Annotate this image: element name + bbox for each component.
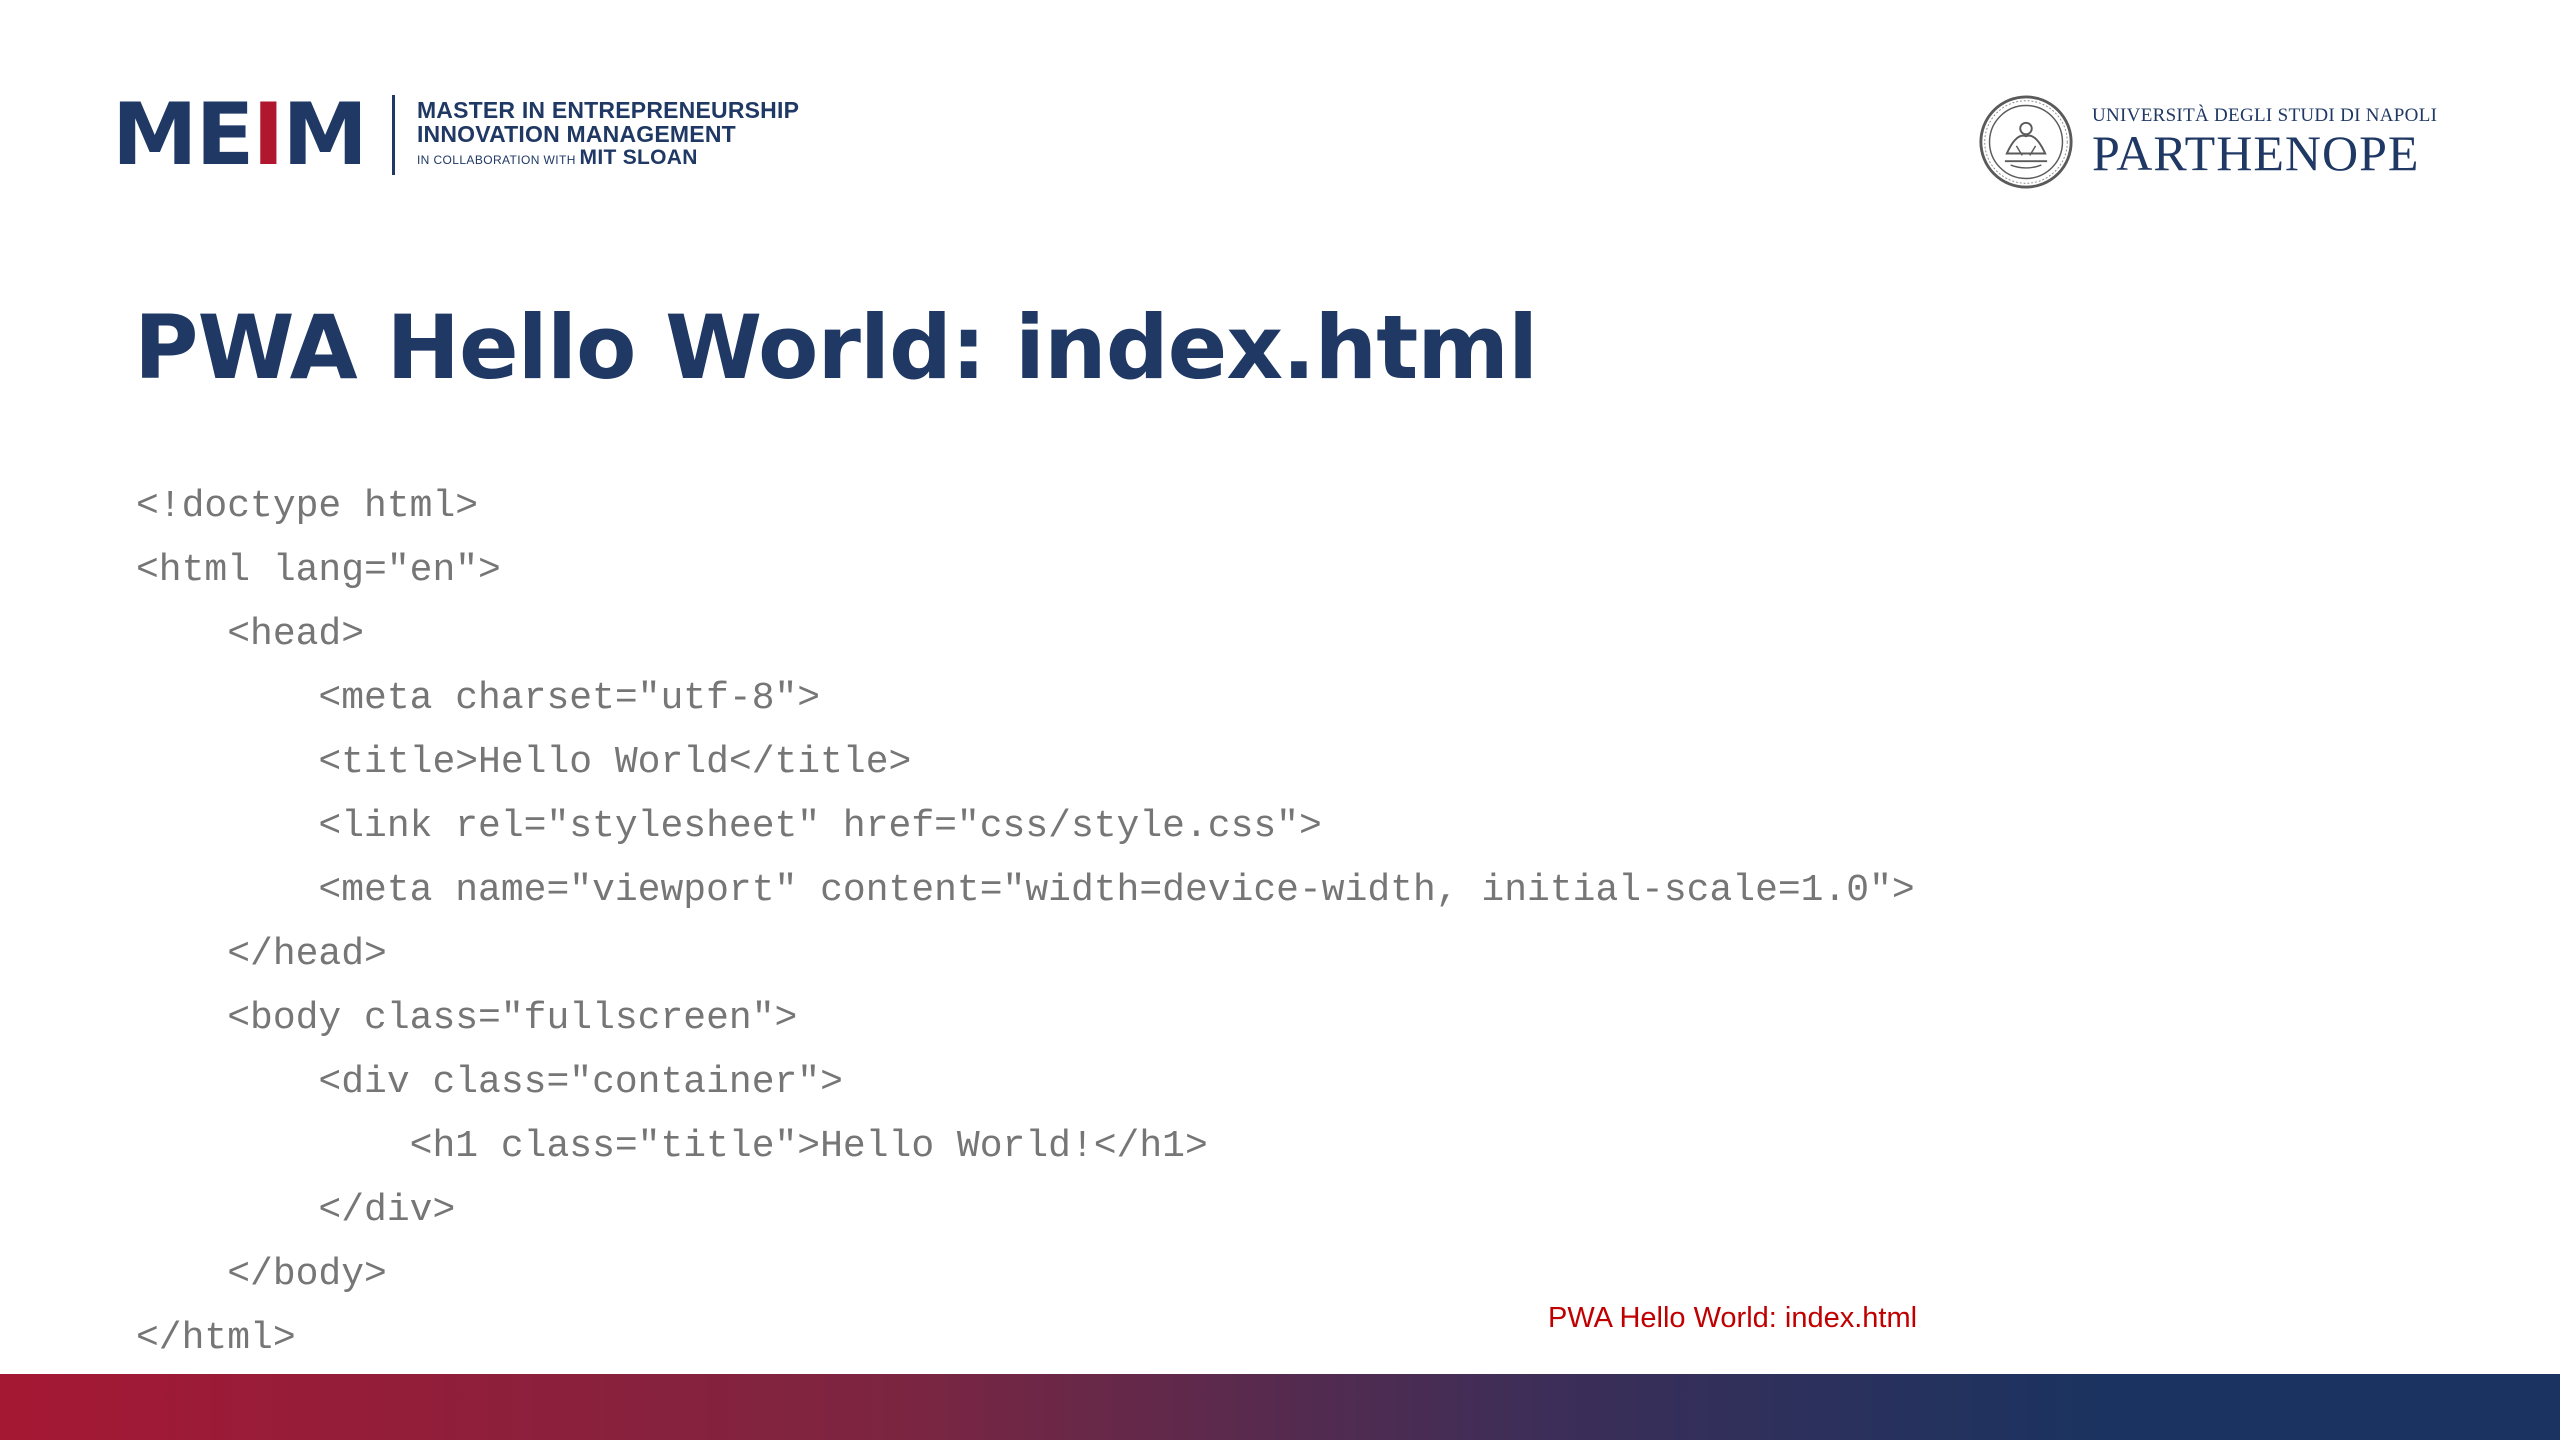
meim-logo-line3: IN COLLABORATION WITH MIT SLOAN: [416, 146, 698, 169]
code-line: <body class="fullscreen">: [136, 997, 798, 1040]
university-seal-icon: [1979, 95, 2073, 189]
code-line: <meta charset="utf-8">: [136, 677, 821, 720]
university-line: UNIVERSITÀ DEGLI STUDI DI NAPOLI: [2092, 105, 2438, 126]
code-block: <!doctype html> <html lang="en"> <head> …: [136, 475, 1915, 1371]
code-line: <!doctype html>: [136, 485, 479, 528]
university-name-block: UNIVERSITÀ DEGLI STUDI DI NAPOLI PARTHEN…: [2092, 105, 2437, 179]
meim-logo-line2: INNOVATION MANAGEMENT: [416, 121, 736, 147]
university-name: PARTHENOPE: [2092, 125, 2420, 181]
slide-title: PWA Hello World: index.html: [134, 296, 1538, 399]
code-line: </div>: [136, 1189, 456, 1232]
code-line: <head>: [136, 613, 365, 656]
code-line: </head>: [136, 933, 387, 976]
meim-logo-text: MASTER IN ENTREPRENEURSHIP INNOVATION MA…: [417, 98, 799, 172]
code-line: <link rel="stylesheet" href="css/style.c…: [136, 805, 1322, 848]
code-line: <title>Hello World</title>: [136, 741, 912, 784]
code-line: <div class="container">: [136, 1061, 843, 1104]
code-line: <html lang="en">: [136, 549, 501, 592]
university-logo: UNIVERSITÀ DEGLI STUDI DI NAPOLI PARTHEN…: [1978, 92, 2437, 192]
code-line: </body>: [136, 1253, 387, 1296]
meim-logo-divider: [391, 95, 395, 175]
footer-label: PWA Hello World: index.html: [1548, 1302, 1918, 1334]
meim-logo-mark: MEIM: [112, 85, 368, 185]
code-line: <h1 class="title">Hello World!</h1>: [136, 1125, 1208, 1168]
footer-bar: [0, 1374, 2560, 1440]
code-line: <meta name="viewport" content="width=dev…: [136, 869, 1915, 912]
meim-logo: MEIM MASTER IN ENTREPRENEURSHIP INNOVATI…: [112, 92, 799, 178]
slide: MEIM MASTER IN ENTREPRENEURSHIP INNOVATI…: [0, 0, 2560, 1440]
meim-logo-line1: MASTER IN ENTREPRENEURSHIP: [416, 97, 800, 123]
